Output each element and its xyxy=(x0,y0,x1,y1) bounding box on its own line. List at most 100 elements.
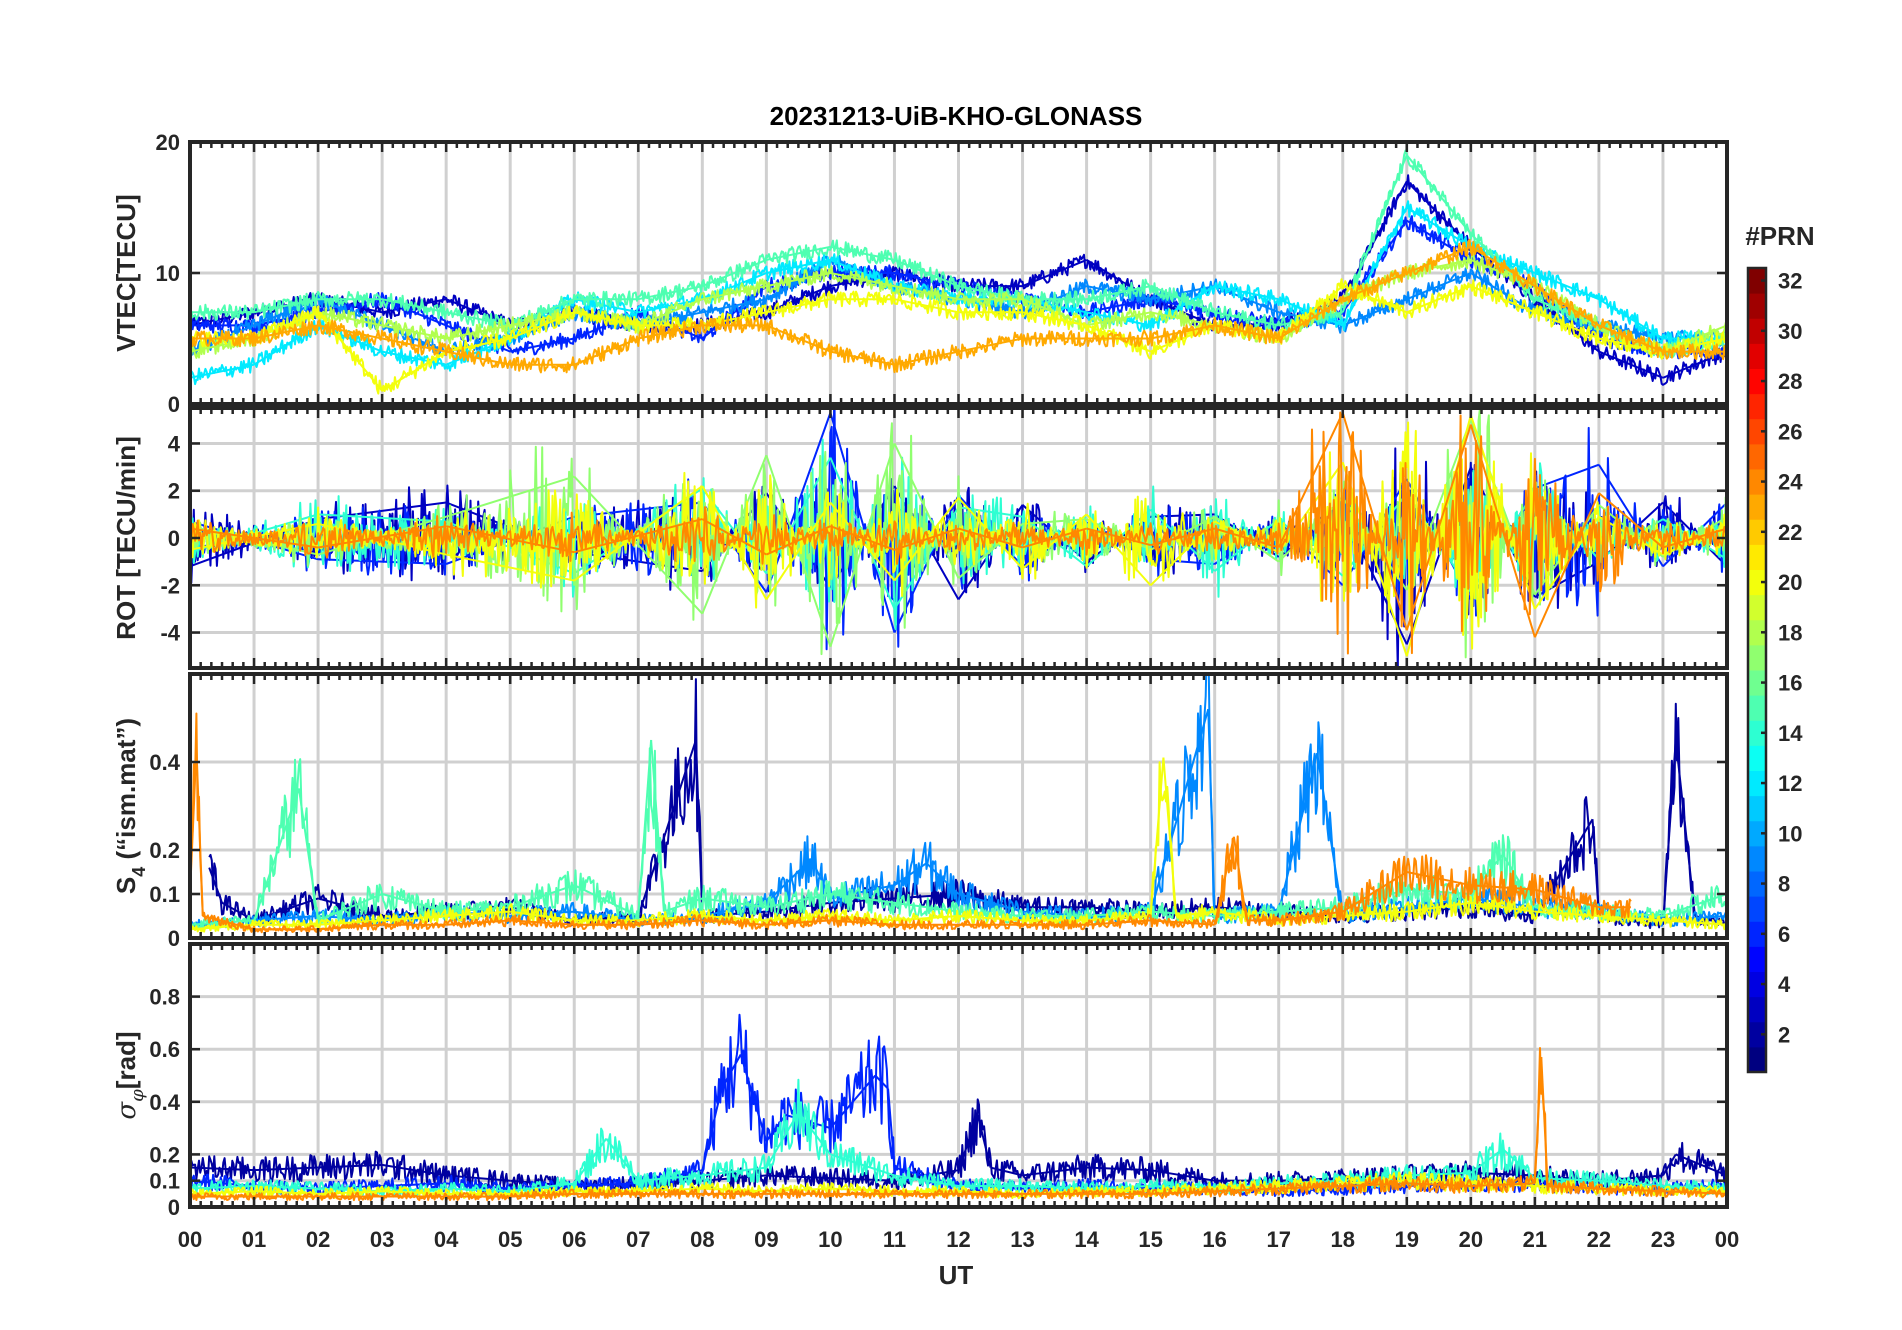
colorbar-tick-label: 10 xyxy=(1778,821,1802,846)
y-axis-label: VTEC[TECU] xyxy=(111,194,141,351)
series-segment xyxy=(1316,753,1344,917)
series-segment xyxy=(976,1114,992,1168)
x-tick-label: 17 xyxy=(1266,1227,1290,1252)
colorbar-tick-label: 22 xyxy=(1778,520,1802,545)
y-tick-label: 0.4 xyxy=(149,750,180,775)
colorbar-tick-label: 20 xyxy=(1778,570,1802,595)
colorbar-tick-label: 26 xyxy=(1778,419,1802,444)
y-tick-label: 4 xyxy=(168,431,181,456)
y-tick-label: 0.2 xyxy=(149,838,180,863)
colorbar-segment xyxy=(1748,946,1766,972)
colorbar-segment xyxy=(1748,1046,1766,1073)
colorbar-tick-label: 32 xyxy=(1778,269,1802,294)
colorbar-tick-label: 18 xyxy=(1778,620,1802,645)
y-axis-label: ROT [TECU/min] xyxy=(111,436,141,640)
x-tick-label: 09 xyxy=(754,1227,778,1252)
x-tick-label: 20 xyxy=(1459,1227,1483,1252)
x-tick-label: 10 xyxy=(818,1227,842,1252)
x-tick-label: 02 xyxy=(306,1227,330,1252)
y-tick-label: 0.6 xyxy=(149,1037,180,1062)
x-tick-label: 16 xyxy=(1202,1227,1226,1252)
x-tick-label: 03 xyxy=(370,1227,394,1252)
x-tick-label: 04 xyxy=(434,1227,459,1252)
series-segment xyxy=(573,337,639,366)
x-tick-label: 21 xyxy=(1523,1227,1547,1252)
colorbar-tick-label: 2 xyxy=(1778,1022,1790,1047)
colorbar-segment xyxy=(1748,343,1766,369)
panel-rot: -4 -2 0 2 4 ROT [TECU/min] xyxy=(111,406,1729,670)
x-tick-label: 19 xyxy=(1395,1227,1419,1252)
colorbar-tick-label: 28 xyxy=(1778,369,1802,394)
y-tick-label: 10 xyxy=(156,261,180,286)
figure: 20231213-UiB-KHO-GLONASS 01020VTEC[TECU]… xyxy=(111,101,1815,1290)
y-tick-label: 0 xyxy=(168,526,180,551)
x-tick-label: 11 xyxy=(883,1227,906,1252)
colorbar-segment xyxy=(1748,293,1766,319)
colorbar-segment xyxy=(1748,443,1766,470)
colorbar-segment xyxy=(1748,896,1766,922)
y-tick-label: 0 xyxy=(168,392,180,417)
colorbar-tick-label: 12 xyxy=(1778,771,1802,796)
y-tick-label: 2 xyxy=(168,479,180,504)
x-tick-label: 00 xyxy=(1715,1227,1739,1252)
y-tick-label: 0.1 xyxy=(149,1169,180,1194)
x-tick-label: 00 xyxy=(178,1227,202,1252)
panel-s4: 0 0.1 0.2 0.4S4 (“ism.mat”) xyxy=(111,672,1729,951)
colorbar-segment xyxy=(1748,594,1766,621)
colorbar-segment xyxy=(1748,996,1766,1023)
series-segment xyxy=(765,324,831,353)
x-tick-label: 12 xyxy=(946,1227,970,1252)
x-tick-label: 08 xyxy=(690,1227,714,1252)
y-tick-label: 0 xyxy=(168,926,180,951)
series-segment xyxy=(1661,739,1677,925)
x-tick-label: 22 xyxy=(1587,1227,1611,1252)
y-tick-label: 0.2 xyxy=(149,1142,180,1167)
y-tick-label: -2 xyxy=(160,573,180,598)
chart-title: 20231213-UiB-KHO-GLONASS xyxy=(770,101,1143,131)
colorbar-segment xyxy=(1748,795,1766,822)
y-axis-label: σφ[rad] xyxy=(111,1031,148,1119)
x-tick-label: 14 xyxy=(1074,1227,1099,1252)
y-tick-label: 0.4 xyxy=(149,1090,180,1115)
series-segment xyxy=(573,1138,608,1184)
y-tick-label: 0.8 xyxy=(149,985,180,1010)
panel-vtec: 0 10 20 VTEC[TECU] xyxy=(111,130,1729,417)
panels: 0 10 20 VTEC[TECU] -4 -2 0 2 4 ROT [TECU/min] 0 0.1… xyxy=(111,130,1729,1220)
colorbar-segment xyxy=(1748,695,1766,721)
series-segment xyxy=(739,1054,768,1142)
series-segment xyxy=(1406,154,1472,235)
y-tick-label: 20 xyxy=(156,130,180,155)
y-tick-label: -4 xyxy=(160,621,180,646)
colorbar-tick-label: 24 xyxy=(1778,470,1803,495)
colorbar-tick-label: 14 xyxy=(1778,721,1803,746)
x-tick-label: 01 xyxy=(242,1227,266,1252)
x-tick-label: 23 xyxy=(1651,1227,1675,1252)
colorbar-tick-label: 30 xyxy=(1778,319,1802,344)
x-tick-label: 15 xyxy=(1138,1227,1162,1252)
colorbar-tick-label: 16 xyxy=(1778,671,1802,696)
panel-sigma_phi: 00.10.2 0.4 0.6 0.8σφ[rad] xyxy=(111,942,1729,1220)
colorbar: 32 30 28 26 24 22 20 18 16 14 12 10 8 6 4 2 xyxy=(1746,266,1803,1074)
series-segment xyxy=(1086,1166,1151,1172)
colorbar-segment xyxy=(1748,644,1766,671)
colorbar-label: #PRN xyxy=(1745,221,1814,251)
y-axis-label: S4 (“ism.mat”) xyxy=(111,718,149,894)
colorbar-segment xyxy=(1748,544,1766,570)
colorbar-segment xyxy=(1748,745,1766,771)
y-tick-label: 0.1 xyxy=(149,882,180,907)
x-axis-label: UT xyxy=(939,1260,974,1290)
x-tick-label: 06 xyxy=(562,1227,586,1252)
colorbar-segment xyxy=(1748,393,1766,420)
x-tick-labels: 00 01 02 03 04 05 06 07 08 09 10 11 12 13 14 15 16 17 18 19… xyxy=(178,1227,1739,1252)
series-segment xyxy=(605,1138,640,1182)
colorbar-tick-label: 6 xyxy=(1778,922,1790,947)
series-segment xyxy=(1540,1057,1549,1187)
series-segment xyxy=(195,748,204,917)
colorbar-tick-label: 4 xyxy=(1778,972,1791,997)
series-segment xyxy=(637,739,697,917)
series-segment xyxy=(1674,739,1696,917)
x-tick-label: 05 xyxy=(498,1227,522,1252)
colorbar-segment xyxy=(1748,494,1766,520)
x-tick-label: 07 xyxy=(626,1227,650,1252)
x-tick-label: 13 xyxy=(1010,1227,1034,1252)
